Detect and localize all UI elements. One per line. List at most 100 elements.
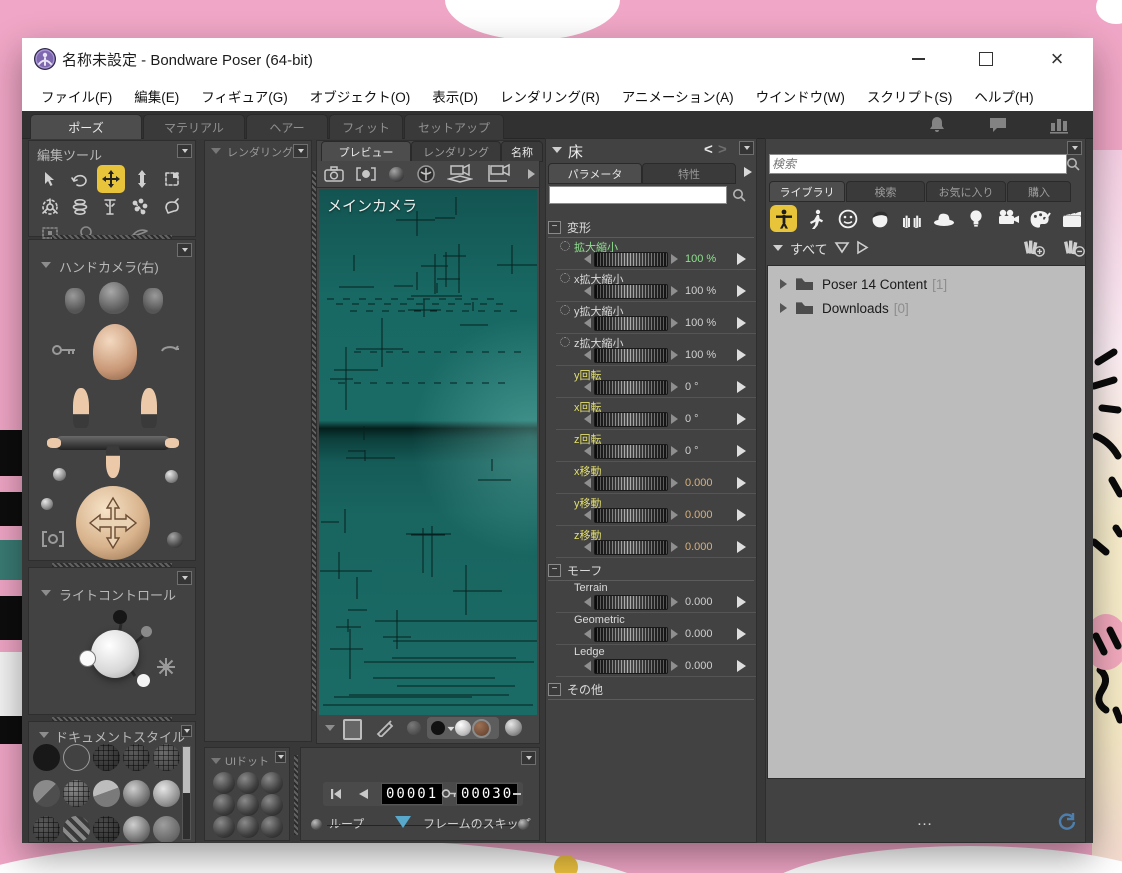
hand-camera-up-hand-right-icon[interactable] (141, 388, 157, 428)
param-options-icon[interactable] (737, 253, 746, 265)
object-picker-arrow-icon[interactable] (552, 147, 562, 153)
framing-brackets-icon[interactable] (41, 530, 65, 548)
dial-increment-icon[interactable] (671, 542, 678, 552)
orbit-camera-icon[interactable] (413, 163, 439, 185)
dial-decrement-icon[interactable] (584, 661, 591, 671)
collapse-box-icon[interactable] (177, 243, 192, 257)
dial-increment-icon[interactable] (671, 414, 678, 424)
doc-style-sphere[interactable] (33, 780, 60, 807)
camera-trackball[interactable] (76, 486, 150, 560)
dial-decrement-icon[interactable] (584, 542, 591, 552)
search-icon[interactable] (1066, 157, 1081, 172)
category-camera-icon[interactable] (994, 205, 1021, 232)
dial-increment-icon[interactable] (671, 661, 678, 671)
menu-item-1[interactable]: 編集(E) (123, 86, 190, 106)
param-dial[interactable]: 0.000 (584, 627, 756, 643)
remove-library-icon[interactable] (1062, 238, 1086, 257)
menu-item-9[interactable]: ヘルプ(H) (963, 86, 1044, 106)
style-outline-icon[interactable] (431, 721, 445, 735)
ui-dot[interactable] (261, 794, 283, 816)
dial-decrement-icon[interactable] (584, 597, 591, 607)
doc-style-sphere[interactable] (93, 780, 120, 807)
param-dial[interactable]: 0.000 (584, 659, 756, 675)
dial-decrement-icon[interactable] (584, 446, 591, 456)
param-dial[interactable]: 0.000 (584, 508, 756, 524)
light-node-right-icon[interactable] (141, 626, 152, 637)
search-icon[interactable] (732, 188, 747, 203)
menu-item-2[interactable]: フィギュア(G) (190, 86, 298, 106)
light-node-top-icon[interactable] (113, 610, 127, 624)
filter-label[interactable]: すべて (790, 239, 828, 258)
library-tab-purchase[interactable]: 購入 (1007, 181, 1071, 202)
category-prop-icon[interactable] (930, 205, 957, 232)
frame-skip-button[interactable] (518, 819, 529, 830)
dial-slider[interactable] (594, 508, 668, 523)
category-expression-icon[interactable] (834, 205, 861, 232)
style-dropdown-icon[interactable] (447, 726, 455, 732)
doc-style-scrollbar[interactable] (182, 746, 191, 840)
framing-camera-icon[interactable] (353, 163, 379, 185)
bell-icon[interactable] (927, 115, 947, 135)
dial-slider[interactable] (594, 476, 668, 491)
collapse-box-icon[interactable] (1067, 141, 1082, 155)
param-value[interactable]: 0 ° (685, 381, 699, 393)
param-dial[interactable]: 0 ° (584, 444, 756, 460)
add-library-icon[interactable] (1022, 238, 1046, 257)
dial-decrement-icon[interactable] (584, 510, 591, 520)
stats-icon[interactable] (1048, 115, 1070, 135)
hand-camera-head-icon[interactable] (99, 282, 129, 314)
param-value[interactable]: 100 % (685, 317, 716, 329)
category-hair-icon[interactable] (866, 205, 893, 232)
param-dial[interactable]: 0.000 (584, 476, 756, 492)
panel-collapse-arrow-icon[interactable] (211, 758, 221, 764)
library-search-input[interactable] (769, 154, 1067, 174)
dial-decrement-icon[interactable] (584, 254, 591, 264)
menu-item-7[interactable]: ウインドウ(W) (745, 86, 856, 106)
taper-tool-icon[interactable] (67, 195, 93, 219)
dial-decrement-icon[interactable] (584, 382, 591, 392)
dial-increment-icon[interactable] (671, 254, 678, 264)
section-collapse-icon[interactable]: − (548, 564, 561, 577)
menu-item-5[interactable]: レンダリング(R) (489, 86, 611, 106)
doc-style-sphere[interactable] (33, 744, 60, 771)
panel-collapse-arrow-icon[interactable] (211, 148, 221, 154)
filter-dropdown-icon[interactable] (834, 241, 850, 254)
collapse-box-icon[interactable] (739, 141, 754, 155)
tab-properties[interactable]: 特性 (642, 163, 736, 184)
doc-style-sphere[interactable] (153, 744, 180, 771)
rotate-arrow-icon[interactable] (159, 342, 181, 356)
hand-camera-left-hand-icon[interactable] (65, 288, 85, 314)
next-object-arrow[interactable]: > (718, 141, 727, 158)
library-more-button[interactable]: … (917, 812, 935, 830)
filter-expand-icon[interactable] (856, 240, 869, 255)
dial-slider[interactable] (594, 252, 668, 267)
dial-slider[interactable] (594, 540, 668, 555)
camera-dot-icon[interactable] (41, 498, 53, 510)
dial-slider[interactable] (594, 444, 668, 459)
maximize-button[interactable] (963, 38, 1009, 80)
first-frame-button[interactable] (329, 787, 343, 801)
collapse-box-icon[interactable] (521, 751, 536, 765)
doc-style-sphere[interactable] (123, 744, 150, 771)
menu-item-4[interactable]: 表示(D) (421, 86, 489, 106)
param-options-icon[interactable] (737, 509, 746, 521)
section-header[interactable]: − 変形 (548, 218, 754, 238)
dial-slider[interactable] (594, 348, 668, 363)
param-value[interactable]: 100 % (685, 349, 716, 361)
translate-tool-icon[interactable] (97, 165, 125, 193)
dial-increment-icon[interactable] (671, 350, 678, 360)
param-value[interactable]: 0.000 (685, 541, 713, 553)
param-dial[interactable]: 100 % (584, 316, 756, 332)
morph-tool-icon[interactable] (127, 195, 153, 219)
param-value[interactable]: 0.000 (685, 509, 713, 521)
dial-slider[interactable] (594, 627, 668, 642)
current-frame-counter[interactable]: 00001 (381, 783, 444, 805)
category-hand-icon[interactable] (898, 205, 925, 232)
panel-collapse-arrow-icon[interactable] (39, 732, 49, 738)
param-value[interactable]: 100 % (685, 253, 716, 265)
param-options-icon[interactable] (737, 596, 746, 608)
param-value[interactable]: 0 ° (685, 413, 699, 425)
light-node-left-icon[interactable] (79, 650, 96, 667)
camera-row-more-icon[interactable] (528, 169, 535, 179)
end-frame-counter[interactable]: 00030 (456, 783, 519, 805)
